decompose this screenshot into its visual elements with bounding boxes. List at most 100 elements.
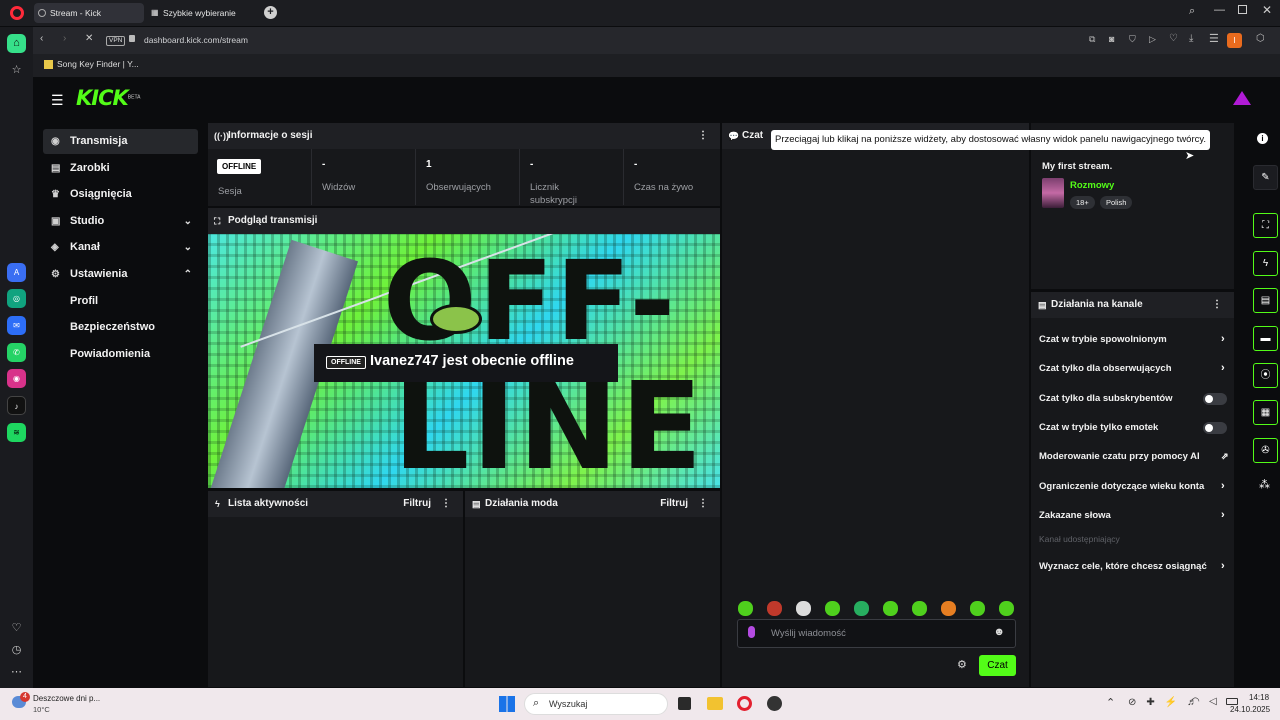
edit-widget-button[interactable]: ✎ [1253, 165, 1278, 190]
clock-date[interactable]: 24.10.2025 [1230, 705, 1270, 714]
download-icon[interactable]: ⤓ [1189, 33, 1193, 44]
more-icon[interactable]: ⋯ [7, 663, 26, 682]
panel-header[interactable]: ((·)) Informacje o sesji ⋮ [208, 123, 720, 149]
emote-5[interactable] [854, 601, 869, 616]
more-vertical-icon[interactable]: ⋮ [441, 491, 451, 517]
extension-button[interactable]: I [1227, 33, 1242, 48]
kick-logo[interactable]: KICKBETA [76, 86, 140, 110]
category-link[interactable]: Rozmowy [1070, 180, 1114, 191]
vpn-badge[interactable]: VPN [106, 36, 126, 46]
tab-stream-dashboard[interactable]: Stream - Kick Dashboard [34, 3, 144, 38]
option-banned-words[interactable]: Zakazane słowa › [1039, 501, 1229, 530]
nav-osiagniecia[interactable]: ♛ Osiągnięcia [43, 182, 198, 207]
nav-kanal[interactable]: ◈ Kanał ⌄ [43, 235, 198, 260]
nav-studio[interactable]: ▣ Studio ⌄ [43, 209, 198, 234]
new-tab-button[interactable]: + [264, 6, 277, 19]
widget-broadcast-button[interactable]: ⦿ [1253, 363, 1278, 388]
volume-icon[interactable]: ◁ [1209, 696, 1217, 707]
maximize-icon[interactable] [1238, 5, 1247, 14]
heart-icon[interactable]: ♡ [1169, 33, 1178, 44]
emote-7[interactable] [912, 601, 927, 616]
windows-start-icon[interactable] [499, 696, 515, 712]
toggle-switch[interactable] [1203, 393, 1227, 405]
option-subscribers-only[interactable]: Czat tylko dla subskrybentów [1039, 384, 1229, 413]
tag-age[interactable]: 18+ [1070, 196, 1095, 209]
more-vertical-icon[interactable]: ⋮ [698, 123, 708, 149]
tab-speed-dial[interactable]: ▦ Szybkie wybieranie [147, 3, 257, 23]
home-icon[interactable]: ⌂ [7, 34, 26, 53]
panel-header[interactable]: ▤ Działania na kanale ⋮ [1031, 292, 1234, 318]
panel-header[interactable]: ▤ Działania moda Filtruj ⋮ [465, 491, 720, 517]
aria-icon[interactable]: A [7, 263, 26, 282]
emoji-icon[interactable]: ☻ [993, 626, 1005, 638]
chat-send-button[interactable]: Czat [979, 655, 1016, 676]
battery-icon[interactable] [1226, 698, 1238, 705]
tiktok-icon[interactable]: ♪ [7, 396, 26, 415]
nav-ustawienia[interactable]: ⚙ Ustawienia ⌃ [43, 262, 198, 287]
messenger-icon[interactable]: ✉ [7, 316, 26, 335]
option-account-age[interactable]: Ograniczenie dotyczące wieku konta › [1039, 472, 1229, 501]
filter-button[interactable]: Filtruj [660, 491, 688, 517]
file-explorer-icon[interactable] [707, 697, 723, 710]
option-slow-mode[interactable]: Czat w trybie spowolnionym › [1039, 325, 1229, 354]
url-field[interactable]: dashboard.kick.com/stream [144, 31, 1124, 50]
emote-2[interactable] [767, 601, 782, 616]
hamburger-menu-icon[interactable]: ☰ [51, 92, 64, 109]
minimize-icon[interactable]: — [1214, 4, 1225, 16]
emote-10[interactable] [999, 601, 1014, 616]
wifi-icon[interactable]: ◠ [1191, 696, 1200, 707]
option-followers-only[interactable]: Czat tylko dla obserwujących › [1039, 354, 1229, 383]
search-tabs-icon[interactable]: ⌕ [1189, 5, 1195, 18]
spotify-icon[interactable]: ≋ [7, 423, 26, 442]
history-icon[interactable]: ◷ [7, 641, 26, 660]
nav-bezpieczenstwo[interactable]: Bezpieczeństwo [43, 315, 198, 340]
option-goals[interactable]: Wyznacz cele, które chcesz osiągnąć › [1039, 552, 1229, 581]
option-emotes-only[interactable]: Czat w trybie tylko emotek [1039, 413, 1229, 442]
info-icon[interactable]: i [1257, 133, 1268, 144]
player-icon[interactable]: ▷ [1149, 34, 1156, 45]
filter-button[interactable]: Filtruj [403, 491, 431, 517]
app-taskbar-icon[interactable] [767, 696, 782, 711]
toggle-switch[interactable] [1203, 422, 1227, 434]
shield-icon[interactable]: ⛉ [1129, 34, 1136, 45]
option-ai-moderation[interactable]: Moderowanie czatu przy pomocy AI ⇗ [1039, 442, 1229, 471]
nav-zarobki[interactable]: ▤ Zarobki [43, 156, 198, 181]
nav-profil[interactable]: Profil [43, 289, 198, 314]
close-window-icon[interactable]: ✕ [1262, 3, 1272, 17]
back-icon[interactable]: ‹ [40, 33, 43, 44]
widget-chat-button[interactable]: ▬ [1253, 326, 1278, 351]
bookmark-song-key-finder[interactable]: Song Key Finder | Y... [44, 59, 139, 70]
more-vertical-icon[interactable]: ⋮ [698, 491, 708, 517]
chatgpt-icon[interactable]: ◎ [7, 289, 26, 308]
notification-triangle-icon[interactable] [1233, 91, 1251, 105]
more-vertical-icon[interactable]: ⋮ [1212, 292, 1222, 318]
star-icon[interactable]: ☆ [7, 61, 26, 80]
tag-language[interactable]: Polish [1100, 196, 1133, 209]
category-thumbnail[interactable] [1042, 178, 1064, 208]
chat-settings-icon[interactable]: ⚙ [957, 658, 967, 671]
task-view-icon[interactable] [678, 697, 691, 710]
weather-widget[interactable]: 4 Deszczowe dni p... 10°C [12, 692, 122, 716]
widget-actions-button[interactable]: ▦ [1253, 400, 1278, 425]
nav-powiadomienia[interactable]: Powiadomienia [43, 342, 198, 367]
menu-icon[interactable]: ☰ [1209, 32, 1219, 45]
forward-icon[interactable]: › [63, 33, 66, 44]
emote-1[interactable] [738, 601, 753, 616]
widget-tools-button[interactable]: ✇ [1253, 438, 1278, 463]
widget-preview-button[interactable]: ⛶ [1253, 213, 1278, 238]
emote-4[interactable] [825, 601, 840, 616]
widget-activity-button[interactable]: ϟ [1253, 251, 1278, 276]
clock-time[interactable]: 14:18 [1249, 693, 1269, 702]
emote-6[interactable] [883, 601, 898, 616]
camera-icon[interactable]: ◙ [1109, 34, 1114, 44]
snapshot-icon[interactable]: ⧉ [1089, 34, 1095, 45]
cube-icon[interactable]: ⬡ [1256, 33, 1265, 44]
opera-taskbar-icon[interactable] [737, 696, 752, 711]
widget-notes-button[interactable]: ▤ [1253, 288, 1278, 313]
microphone-icon[interactable] [748, 626, 755, 638]
tray-chevron-up-icon[interactable]: ⌃ [1106, 696, 1115, 709]
loading-icon[interactable]: ✕ [85, 33, 93, 44]
share-icon[interactable]: ⁂ [1259, 478, 1270, 491]
emote-9[interactable] [970, 601, 985, 616]
whatsapp-icon[interactable]: ✆ [7, 343, 26, 362]
